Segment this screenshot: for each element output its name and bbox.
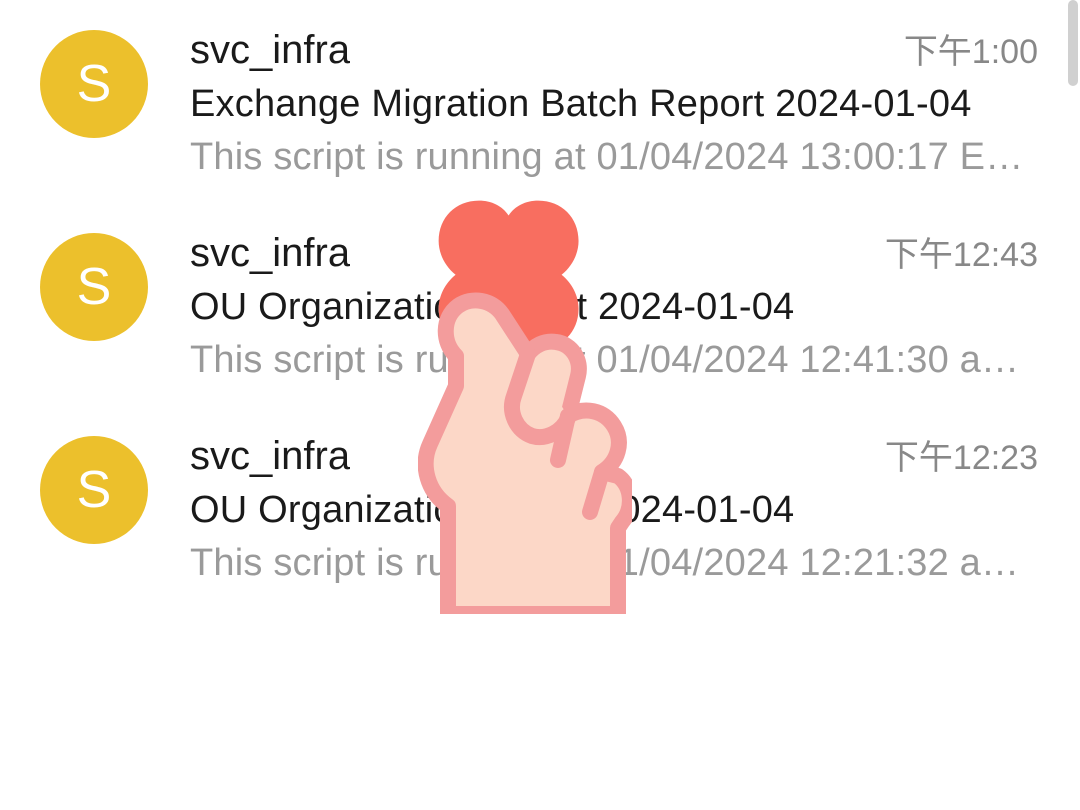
scrollbar-track[interactable]: [1066, 0, 1080, 810]
email-subject: OU Organization report 2024-01-04: [190, 489, 1038, 532]
email-item[interactable]: S svc_infra 下午12:43 OU Organization repo…: [0, 203, 1066, 406]
email-content: svc_infra 下午12:23 OU Organization report…: [190, 430, 1038, 585]
scrollbar-thumb[interactable]: [1068, 0, 1078, 86]
sender-name: svc_infra: [190, 434, 350, 479]
email-subject: Exchange Migration Batch Report 2024-01-…: [190, 83, 1038, 126]
email-item[interactable]: S svc_infra 下午1:00 Exchange Migration Ba…: [0, 0, 1066, 203]
sender-avatar[interactable]: S: [40, 233, 148, 341]
email-content: svc_infra 下午12:43 OU Organization report…: [190, 227, 1038, 382]
email-preview: This script is running at 01/04/2024 13:…: [190, 136, 1038, 179]
email-preview: This script is running at 01/04/2024 12:…: [190, 339, 1038, 382]
email-time: 下午12:43: [885, 227, 1038, 276]
email-subject: OU Organization report 2024-01-04: [190, 286, 1038, 329]
email-content: svc_infra 下午1:00 Exchange Migration Batc…: [190, 24, 1038, 179]
sender-name: svc_infra: [190, 28, 350, 73]
email-item[interactable]: S svc_infra 下午12:23 OU Organization repo…: [0, 406, 1066, 609]
email-preview: This script is running at 01/04/2024 12:…: [190, 542, 1038, 585]
email-time: 下午1:00: [904, 24, 1038, 73]
email-list-viewport: S svc_infra 下午1:00 Exchange Migration Ba…: [0, 0, 1080, 810]
sender-avatar[interactable]: S: [40, 436, 148, 544]
email-time: 下午12:23: [885, 430, 1038, 479]
sender-avatar[interactable]: S: [40, 30, 148, 138]
sender-name: svc_infra: [190, 231, 350, 276]
email-list: S svc_infra 下午1:00 Exchange Migration Ba…: [0, 0, 1066, 609]
